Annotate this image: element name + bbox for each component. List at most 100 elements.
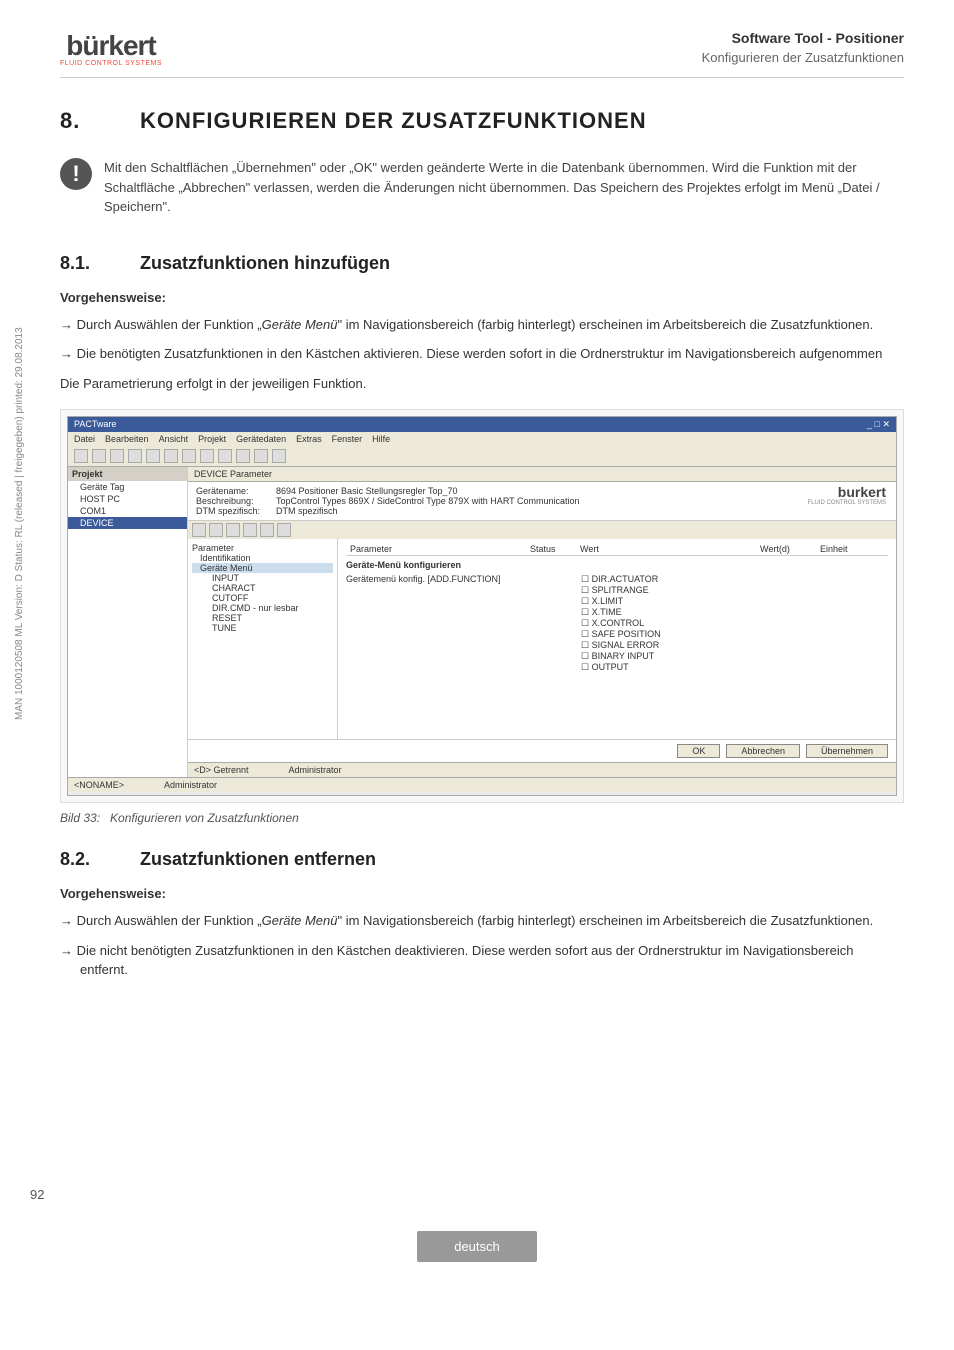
- menu-item[interactable]: Datei: [74, 434, 95, 444]
- project-name: <NONAME>: [74, 780, 124, 790]
- print-metadata: MAN 1000120508 ML Version: D Status: RL …: [14, 327, 25, 720]
- param-label: Gerätemenü konfig. [ADD.FUNCTION]: [346, 574, 561, 673]
- toolbar-icon[interactable]: [243, 523, 257, 537]
- project-header: Projekt: [68, 467, 187, 481]
- step-2: Die benötigten Zusatzfunktionen in den K…: [60, 344, 904, 364]
- menu-item[interactable]: Extras: [296, 434, 322, 444]
- exclamation-icon: !: [60, 158, 92, 190]
- checkbox[interactable]: SAFE POSITION: [581, 629, 661, 640]
- toolbar-icon[interactable]: [182, 449, 196, 463]
- nav-item[interactable]: COM1: [68, 505, 187, 517]
- toolbar-icon[interactable]: [74, 449, 88, 463]
- checkbox[interactable]: SPLITRANGE: [581, 585, 661, 596]
- step-1: Durch Auswählen der Funktion „Geräte Men…: [60, 911, 904, 931]
- user-role: Administrator: [164, 780, 217, 790]
- menu-item[interactable]: Projekt: [198, 434, 226, 444]
- menu-item[interactable]: Ansicht: [159, 434, 189, 444]
- checkbox[interactable]: SIGNAL ERROR: [581, 640, 661, 651]
- screenshot-figure: PACTware _ □ ✕ Datei Bearbeiten Ansicht …: [60, 409, 904, 803]
- apply-button[interactable]: Übernehmen: [806, 744, 888, 758]
- tree-item[interactable]: CHARACT: [192, 583, 333, 593]
- checkbox[interactable]: X.CONTROL: [581, 618, 661, 629]
- paragraph: Die Parametrierung erfolgt in der jeweil…: [60, 374, 904, 394]
- checkbox[interactable]: DIR.ACTUATOR: [581, 574, 661, 585]
- toolbar-icon[interactable]: [260, 523, 274, 537]
- param-columns: Parameter Status Wert Wert(d) Einheit: [346, 543, 888, 556]
- h2-text: Zusatzfunktionen hinzufügen: [140, 253, 390, 274]
- tree-root[interactable]: Parameter: [192, 543, 333, 553]
- menu-item[interactable]: Bearbeiten: [105, 434, 149, 444]
- checkbox[interactable]: OUTPUT: [581, 662, 661, 673]
- toolbar-icon[interactable]: [277, 523, 291, 537]
- device-info: Gerätename: Beschreibung: DTM spezifisch…: [188, 482, 896, 521]
- toolbar-icon[interactable]: [236, 449, 250, 463]
- h1-text: KONFIGURIEREN DER ZUSATZFUNKTIONEN: [140, 108, 647, 134]
- procedure-label: Vorgehensweise:: [60, 290, 904, 305]
- toolbar-icon[interactable]: [164, 449, 178, 463]
- header-subtitle: Konfigurieren der Zusatzfunktionen: [702, 50, 904, 65]
- nav-item-selected[interactable]: DEVICE: [68, 517, 187, 529]
- tree-item[interactable]: Identifikation: [192, 553, 333, 563]
- status-bar: <D> Getrennt Administrator: [188, 762, 896, 777]
- device-tab[interactable]: DEVICE Parameter: [188, 467, 896, 482]
- parameter-tree: Parameter Identifikation Geräte Menü INP…: [188, 539, 338, 739]
- ok-button[interactable]: OK: [677, 744, 720, 758]
- toolbar-icon[interactable]: [146, 449, 160, 463]
- toolbar-icon[interactable]: [272, 449, 286, 463]
- heading-82: 8.2. Zusatzfunktionen entfernen: [60, 849, 904, 870]
- figure-caption: Bild 33: Konfigurieren von Zusatzfunktio…: [60, 811, 904, 825]
- app-title: PACTware: [74, 419, 116, 430]
- titlebar: PACTware _ □ ✕: [68, 417, 896, 432]
- h1-number: 8.: [60, 108, 90, 134]
- checkbox-list: DIR.ACTUATOR SPLITRANGE X.LIMIT X.TIME X…: [581, 574, 661, 673]
- logo: bürkert FLUID CONTROL SYSTEMS: [60, 30, 162, 67]
- tree-item-selected[interactable]: Geräte Menü: [192, 563, 333, 573]
- app-status-bar: <NONAME> Administrator: [68, 777, 896, 792]
- header-title: Software Tool - Positioner: [702, 30, 904, 46]
- tree-item[interactable]: DIR.CMD - nur lesbar: [192, 603, 333, 613]
- toolbar-icon[interactable]: [226, 523, 240, 537]
- logo-text: bürkert: [66, 30, 155, 62]
- h2-number: 8.2.: [60, 849, 100, 870]
- menu-item[interactable]: Fenster: [332, 434, 363, 444]
- toolbar-icon[interactable]: [218, 449, 232, 463]
- menubar[interactable]: Datei Bearbeiten Ansicht Projekt Geräted…: [68, 432, 896, 446]
- checkbox[interactable]: X.LIMIT: [581, 596, 661, 607]
- toolbar-icon[interactable]: [128, 449, 142, 463]
- parameter-panel: Parameter Status Wert Wert(d) Einheit Ge…: [338, 539, 896, 739]
- toolbar-icon[interactable]: [254, 449, 268, 463]
- checkbox[interactable]: X.TIME: [581, 607, 661, 618]
- toolbar-icon[interactable]: [209, 523, 223, 537]
- sub-toolbar: [188, 521, 896, 539]
- h2-text: Zusatzfunktionen entfernen: [140, 849, 376, 870]
- step-1: Durch Auswählen der Funktion „Geräte Men…: [60, 315, 904, 335]
- nav-item[interactable]: Geräte Tag: [68, 481, 187, 493]
- heading-1: 8. KONFIGURIEREN DER ZUSATZFUNKTIONEN: [60, 108, 904, 134]
- nav-item[interactable]: HOST PC: [68, 493, 187, 505]
- language-footer: deutsch: [417, 1231, 537, 1262]
- vendor-logo: burkert FLUID CONTROL SYSTEMS: [808, 484, 886, 506]
- tree-item[interactable]: INPUT: [192, 573, 333, 583]
- user-role: Administrator: [289, 765, 342, 775]
- menu-item[interactable]: Gerätedaten: [236, 434, 286, 444]
- toolbar-icon[interactable]: [92, 449, 106, 463]
- procedure-label: Vorgehensweise:: [60, 886, 904, 901]
- toolbar: [68, 446, 896, 467]
- info-text: Mit den Schaltflächen „Übernehmen" oder …: [104, 158, 904, 217]
- menu-item[interactable]: Hilfe: [372, 434, 390, 444]
- toolbar-icon[interactable]: [192, 523, 206, 537]
- heading-81: 8.1. Zusatzfunktionen hinzufügen: [60, 253, 904, 274]
- tree-item[interactable]: CUTOFF: [192, 593, 333, 603]
- project-panel: Projekt Geräte Tag HOST PC COM1 DEVICE: [68, 467, 188, 777]
- toolbar-icon[interactable]: [200, 449, 214, 463]
- page-number: 92: [30, 1187, 44, 1202]
- window-controls[interactable]: _ □ ✕: [867, 419, 890, 430]
- tree-item[interactable]: RESET: [192, 613, 333, 623]
- page-header: bürkert FLUID CONTROL SYSTEMS Software T…: [60, 30, 904, 78]
- h2-number: 8.1.: [60, 253, 100, 274]
- connection-status: <D> Getrennt: [194, 765, 249, 775]
- cancel-button[interactable]: Abbrechen: [726, 744, 800, 758]
- checkbox[interactable]: BINARY INPUT: [581, 651, 661, 662]
- tree-item[interactable]: TUNE: [192, 623, 333, 633]
- toolbar-icon[interactable]: [110, 449, 124, 463]
